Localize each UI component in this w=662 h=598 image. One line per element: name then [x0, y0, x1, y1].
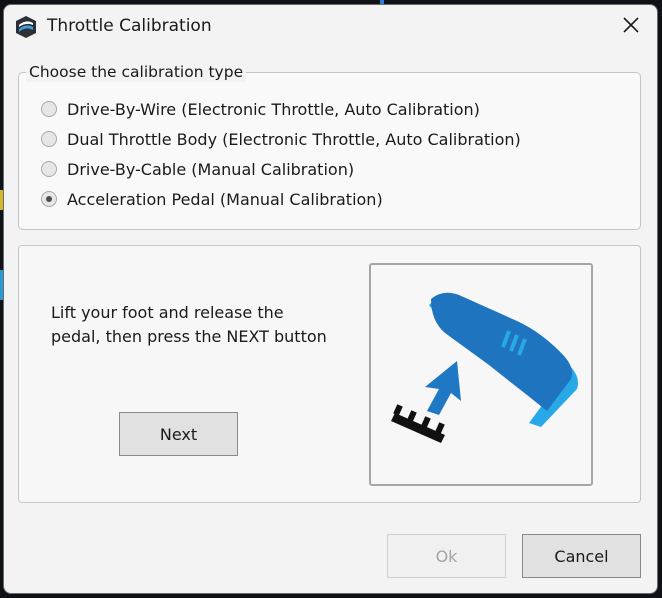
instruction-line: pedal, then press the NEXT button: [51, 327, 327, 346]
throttle-calibration-dialog: Throttle Calibration Choose the calibrat…: [3, 4, 658, 594]
calibration-type-group: Choose the calibration type Drive-By-Wir…: [18, 62, 641, 230]
radio-label: Drive-By-Wire (Electronic Throttle, Auto…: [67, 99, 480, 119]
radio-button-selected[interactable]: [41, 191, 57, 207]
ok-button[interactable]: Ok: [387, 534, 506, 578]
radio-drive-by-cable[interactable]: Drive-By-Cable (Manual Calibration): [41, 158, 354, 180]
window-title: Throttle Calibration: [47, 16, 212, 36]
radio-label: Drive-By-Cable (Manual Calibration): [67, 159, 355, 179]
cancel-button[interactable]: Cancel: [522, 534, 641, 578]
calibration-step-panel: Lift your foot and release the pedal, th…: [18, 245, 641, 503]
instruction-text: Lift your foot and release the pedal, th…: [51, 301, 351, 349]
radio-button[interactable]: [41, 131, 57, 147]
next-button[interactable]: Next: [119, 412, 238, 456]
radio-drive-by-wire[interactable]: Drive-By-Wire (Electronic Throttle, Auto…: [41, 98, 480, 120]
radio-button[interactable]: [41, 101, 57, 117]
close-icon: [623, 17, 639, 37]
radio-button[interactable]: [41, 161, 57, 177]
radio-label: Acceleration Pedal (Manual Calibration): [67, 189, 383, 209]
group-legend: Choose the calibration type: [26, 62, 247, 82]
close-button[interactable]: [611, 9, 651, 45]
app-logo-icon: [14, 15, 38, 39]
instruction-line: Lift your foot and release the: [51, 303, 284, 322]
radio-label: Dual Throttle Body (Electronic Throttle,…: [67, 129, 521, 149]
radio-dual-throttle-body[interactable]: Dual Throttle Body (Electronic Throttle,…: [41, 128, 521, 150]
radio-acceleration-pedal[interactable]: Acceleration Pedal (Manual Calibration): [41, 188, 383, 210]
illustration-frame: [369, 263, 593, 486]
title-bar: Throttle Calibration: [4, 5, 657, 49]
